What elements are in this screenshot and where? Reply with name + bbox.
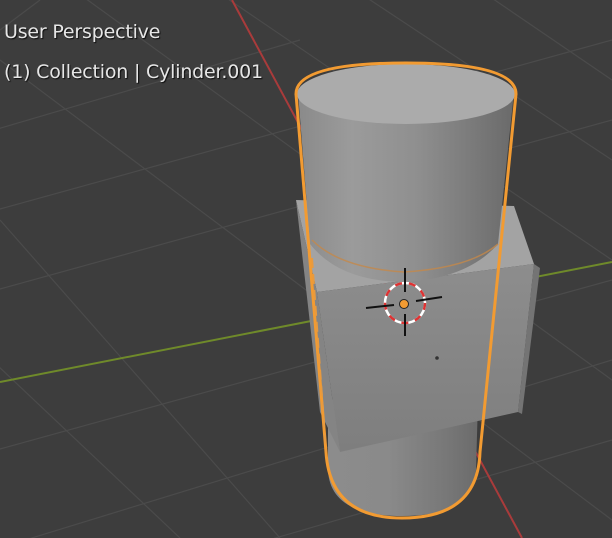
info-separator: | [134, 61, 141, 83]
object-info-label: (1) Collection | Cylinder.001 [4, 61, 263, 83]
3d-viewport[interactable]: User Perspective (1) Collection | Cylind… [0, 0, 612, 538]
frame-number: (1) [4, 61, 31, 83]
cylinder-top-cap[interactable] [297, 64, 515, 124]
view-mode-label: User Perspective [4, 21, 160, 43]
collection-name: Collection [36, 61, 129, 83]
view-mode-text: User Perspective [4, 21, 161, 43]
active-object-name: Cylinder.001 [146, 61, 263, 83]
object-origin-icon [399, 299, 409, 309]
vertex-dot [435, 356, 439, 360]
